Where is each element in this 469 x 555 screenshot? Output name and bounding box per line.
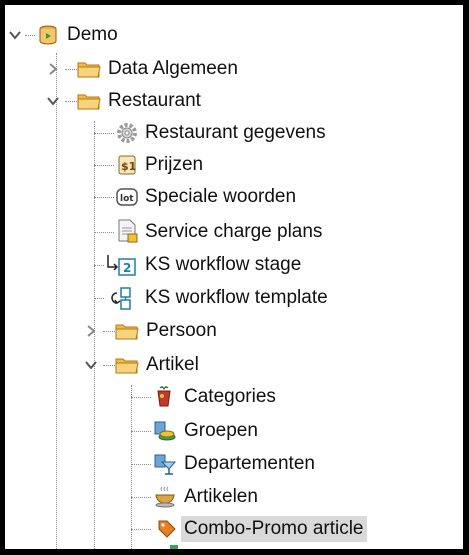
- gear-icon: [116, 122, 138, 144]
- document-icon: [116, 219, 138, 243]
- workflow-stage-icon: 2: [105, 253, 139, 276]
- tree-node-label: Combo-Promo article: [181, 516, 367, 542]
- tree-node-label: Data Algemeen: [108, 58, 238, 79]
- tree-node-label: Artikelen: [184, 486, 258, 507]
- tree-node-ks-workflow-stage[interactable]: 2 KS workflow stage: [5, 250, 463, 280]
- folder-icon: [115, 320, 139, 342]
- tree-node-label: Categories: [184, 386, 276, 407]
- chevron-right-icon[interactable]: [45, 61, 61, 77]
- tree-node-prijzen[interactable]: $1 Prijzen: [5, 150, 463, 180]
- tree-node-combo-promo-article[interactable]: Combo-Promo article: [5, 514, 463, 544]
- tree-node-label: Speciale woorden: [145, 186, 297, 207]
- combo-promo-icon: [155, 517, 177, 539]
- database-icon: [37, 24, 59, 46]
- tree-panel: Demo Data Algemeen Restaurant Restaurant…: [5, 5, 463, 549]
- tree-node-ks-workflow-template[interactable]: KS workflow template: [5, 283, 463, 313]
- tree-node-speciale-woorden[interactable]: lot Speciale woorden: [5, 182, 463, 212]
- price-tag-icon: $1: [116, 154, 138, 176]
- folder-icon: [77, 90, 101, 112]
- tree-node-label: Restaurant: [108, 90, 201, 111]
- tree-node-data-algemeen[interactable]: Data Algemeen: [5, 54, 463, 84]
- text-field-icon: lot: [116, 186, 138, 208]
- tree-node-artikelen[interactable]: Artikelen: [5, 482, 463, 512]
- tree-node-groepen[interactable]: Groepen: [5, 416, 463, 446]
- tree-node-label: Prijzen: [145, 154, 204, 175]
- tree-node-categories[interactable]: Categories: [5, 382, 463, 412]
- price-tag-text: $1: [121, 160, 136, 173]
- chevron-down-icon[interactable]: [83, 357, 99, 373]
- tree-node-service-charge-plans[interactable]: Service charge plans: [5, 217, 463, 247]
- tree-node-restaurant[interactable]: Restaurant: [5, 86, 463, 116]
- tree-node-demo[interactable]: Demo: [5, 20, 463, 50]
- tree-node-label: Restaurant gegevens: [145, 122, 326, 143]
- tree-node-label: KS workflow template: [145, 287, 328, 308]
- tree-node-restaurant-gegevens[interactable]: Restaurant gegevens: [5, 118, 463, 148]
- tree-node-label: Service charge plans: [145, 221, 323, 242]
- groups-icon: [153, 419, 176, 441]
- partial-next-item-icon: [170, 545, 178, 549]
- categories-icon: [153, 385, 175, 407]
- tree-node-label: Demo: [67, 24, 118, 45]
- chevron-right-icon[interactable]: [83, 323, 99, 339]
- folder-icon: [115, 354, 139, 376]
- tree-node-artikel[interactable]: Artikel: [5, 350, 463, 380]
- tree-node-label: Groepen: [184, 420, 258, 441]
- tree-node-label: Artikel: [146, 354, 199, 375]
- workflow-stage-number: 2: [123, 261, 131, 275]
- chevron-down-icon[interactable]: [7, 27, 23, 43]
- articles-icon: [153, 485, 175, 508]
- tree-node-persoon[interactable]: Persoon: [5, 316, 463, 346]
- tree-node-label: KS workflow stage: [145, 254, 302, 275]
- departments-icon: [153, 452, 177, 475]
- text-field-text: lot: [120, 194, 134, 204]
- tree-node-label: Departementen: [184, 453, 315, 474]
- chevron-down-icon[interactable]: [45, 93, 61, 109]
- folder-icon: [77, 58, 101, 80]
- tree-node-label: Persoon: [146, 320, 217, 341]
- tree-node-departementen[interactable]: Departementen: [5, 449, 463, 479]
- workflow-template-icon: [105, 285, 139, 310]
